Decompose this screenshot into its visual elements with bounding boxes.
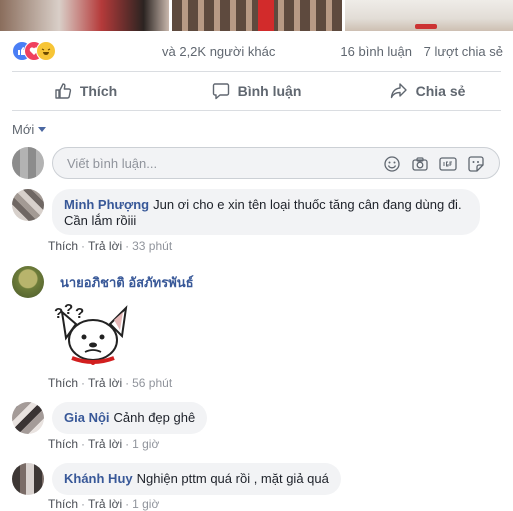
comment-author[interactable]: นายอภิชาติ อัสภัทรพันธ์	[60, 272, 194, 293]
post-photo-3[interactable]	[345, 0, 513, 31]
commenter-avatar[interactable]	[12, 189, 44, 221]
comment-meta: Thích · Trả lời · 1 giờ	[48, 497, 160, 511]
comment-time[interactable]: 1 giờ	[132, 437, 159, 451]
share-button-label: Chia sẻ	[415, 83, 466, 99]
comment-bubble: Minh Phượng Jun ơi cho e xin tên loại thu…	[52, 189, 480, 235]
comment-author[interactable]: Khánh Huy	[64, 471, 133, 486]
comment-time[interactable]: 33 phút	[132, 239, 172, 253]
post-actions: Thích Bình luận Chia sẻ	[0, 72, 513, 110]
post-photo-1[interactable]	[0, 0, 169, 31]
comment-reply-link[interactable]: Trả lời	[88, 239, 122, 253]
comment-item: นายอภิชาติ อัสภัทรพันธ์ ? ? ?	[12, 266, 482, 376]
comment-icon	[212, 83, 229, 100]
comment-sort-dropdown[interactable]: Mới	[12, 122, 47, 137]
composer-icons	[373, 155, 485, 173]
comment-time[interactable]: 1 giờ	[132, 497, 159, 511]
comment-author[interactable]: Minh Phượng	[64, 197, 149, 212]
post-photo-2[interactable]	[172, 0, 342, 31]
comment-like-link[interactable]: Thích	[48, 497, 78, 511]
comment-like-link[interactable]: Thích	[48, 239, 78, 253]
like-button[interactable]: Thích	[0, 72, 171, 110]
sort-label: Mới	[12, 122, 35, 137]
comment-time[interactable]: 56 phút	[132, 376, 172, 390]
thumbs-up-icon	[55, 83, 71, 99]
share-arrow-icon	[390, 83, 407, 99]
comment-meta: Thích · Trả lời · 56 phút	[48, 376, 173, 390]
comment-item: Gia Nội Cảnh đẹp ghê	[12, 402, 482, 442]
comment-meta: Thích · Trả lời · 33 phút	[48, 239, 173, 253]
shares-count-link[interactable]: 7 lượt chia sẻ	[424, 44, 503, 59]
commenter-avatar[interactable]	[12, 463, 44, 495]
like-button-label: Thích	[79, 83, 118, 99]
comment-composer	[12, 147, 502, 179]
commenter-avatar[interactable]	[12, 402, 44, 434]
comment-bubble: Khánh Huy Nghiện pttm quá rồi , mặt giả q…	[52, 463, 341, 495]
divider	[12, 110, 501, 111]
comment-input[interactable]	[65, 155, 369, 172]
comment-text: Nghiện pttm quá rồi , mặt giả quá	[136, 471, 329, 486]
camera-icon[interactable]	[411, 155, 429, 173]
commenter-avatar[interactable]	[12, 266, 44, 298]
svg-text:?: ?	[75, 305, 84, 322]
comment-meta: Thích · Trả lời · 1 giờ	[48, 437, 160, 451]
comment-reply-link[interactable]: Trả lời	[88, 497, 122, 511]
current-user-avatar[interactable]	[12, 147, 44, 179]
caret-down-icon	[38, 127, 47, 132]
comment-input-box[interactable]	[52, 147, 500, 179]
gif-icon[interactable]	[439, 155, 457, 173]
haha-icon	[36, 41, 56, 61]
comment-like-link[interactable]: Thích	[48, 376, 78, 390]
post-photo-strip[interactable]	[0, 0, 513, 31]
comment-text: Cảnh đẹp ghê	[113, 410, 196, 425]
emoji-icon[interactable]	[383, 155, 401, 173]
comment-bubble: Gia Nội Cảnh đẹp ghê	[52, 402, 208, 434]
comment-reply-link[interactable]: Trả lời	[88, 376, 122, 390]
comments-count-link[interactable]: 16 bình luận	[340, 44, 412, 59]
comment-reply-link[interactable]: Trả lời	[88, 437, 122, 451]
reaction-summary-row: và 2,2K người khác 16 bình luận 7 lượt c…	[0, 31, 513, 71]
comment-author[interactable]: Gia Nội	[64, 410, 110, 425]
reaction-count-text[interactable]: và 2,2K người khác	[162, 44, 275, 59]
comment-button[interactable]: Bình luận	[171, 72, 342, 110]
comment-button-label: Bình luận	[237, 83, 302, 99]
share-button[interactable]: Chia sẻ	[342, 72, 513, 110]
dog-sticker[interactable]: ? ? ?	[52, 301, 134, 370]
comment-like-link[interactable]: Thích	[48, 437, 78, 451]
sticker-icon[interactable]	[467, 155, 485, 173]
confused-dog-sticker-icon: ? ? ?	[54, 301, 128, 365]
engagement-counts: 16 bình luận 7 lượt chia sẻ	[340, 44, 503, 59]
